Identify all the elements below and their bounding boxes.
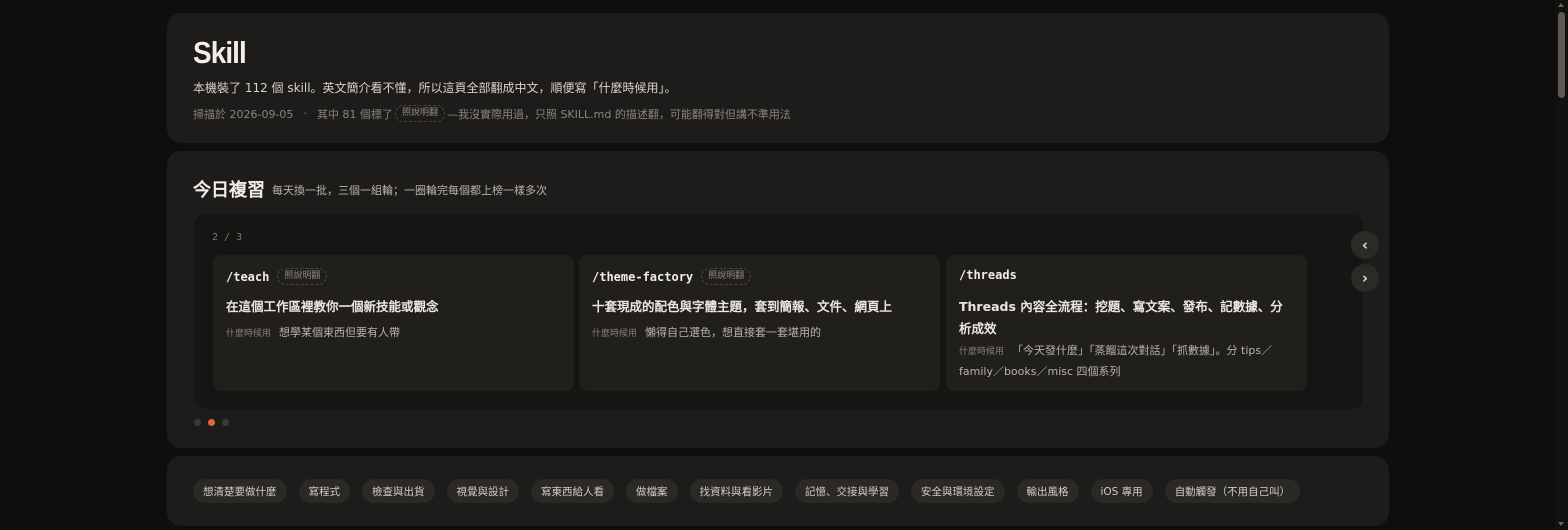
category-chip[interactable]: 找資料與看影片	[689, 479, 783, 503]
daily-review-panel: 今日複習 每天換一批，三個一組輪；一圈輪完每個都上榜一樣多次 2 / 3 /te…	[167, 151, 1389, 448]
skill-when: 什麼時候用 懶得自己選色，想直接套一套堪用的	[592, 323, 927, 344]
prev-button[interactable]: ‹	[1351, 231, 1379, 259]
page-description: 本機裝了 112 個 skill。英文簡介看不懂，所以這頁全部翻成中文，順便寫「…	[193, 81, 677, 95]
header-panel: Skill 本機裝了 112 個 skill。英文簡介看不懂，所以這頁全部翻成中…	[167, 13, 1389, 143]
page-title: Skill	[193, 35, 247, 70]
category-chip[interactable]: 檢查與出貨	[362, 479, 435, 503]
category-chip[interactable]: iOS 專用	[1090, 479, 1153, 503]
category-chip[interactable]: 自動觸發（不用自己叫）	[1164, 479, 1301, 503]
category-panel: 想清楚要做什麼 寫程式 檢查與出貨 視覺與設計 寫東西給人看 做檔案 找資料與看影片 記憶、交…	[167, 456, 1389, 526]
category-chip[interactable]: 視覺與設計	[446, 479, 519, 503]
category-chip[interactable]: 安全與環境設定	[911, 479, 1005, 503]
scan-date: 掃描於 2026-09-05	[193, 107, 294, 121]
card-header: /teach 照說明翻	[226, 268, 328, 285]
next-button[interactable]: ›	[1351, 264, 1379, 292]
carousel-dot-active[interactable]	[208, 419, 215, 426]
category-chip[interactable]: 寫東西給人看	[531, 479, 614, 503]
category-chip[interactable]: 想清楚要做什麼	[193, 479, 287, 503]
carousel-dot[interactable]	[194, 419, 201, 426]
category-chip[interactable]: 做檔案	[626, 479, 678, 503]
category-chip[interactable]: 記憶、交接與學習	[795, 479, 899, 503]
skill-card[interactable]: /teach 照說明翻 在這個工作區裡教你一個新技能或觀念 什麼時候用 想學某個東…	[213, 255, 574, 391]
carousel-dot[interactable]	[222, 419, 229, 426]
translated-tag: 照說明翻	[394, 105, 445, 122]
skill-command: /theme-factory	[592, 269, 694, 284]
skill-card[interactable]: /threads Threads 內容全流程：挖題、寫文案、發布、記數據、分析成…	[946, 255, 1307, 391]
page-counter: 2 / 3	[212, 232, 243, 243]
review-subtitle: 每天換一批，三個一組輪；一圈輪完每個都上榜一樣多次	[272, 184, 547, 197]
when-label: 什麼時候用	[226, 329, 272, 339]
review-carousel: 2 / 3 /teach 照說明翻 在這個工作區裡教你一個新技能或觀念 什麼時候…	[194, 214, 1379, 409]
scroll-up-icon[interactable]	[1558, 3, 1564, 7]
when-text: 懶得自己選色，想直接套一套堪用的	[645, 326, 822, 339]
carousel-dots	[194, 419, 236, 426]
skill-title: Threads 內容全流程：挖題、寫文案、發布、記數據、分析成效	[959, 299, 1283, 336]
when-text: 「今天發什麼」「蒸餾這次對話」「抓數據」。分 tips／family／books…	[959, 344, 1273, 378]
translated-tag: 照說明翻	[277, 268, 328, 285]
translated-tag: 照說明翻	[701, 268, 752, 285]
skill-title: 在這個工作區裡教你一個新技能或觀念	[226, 299, 439, 314]
when-label: 什麼時候用	[592, 329, 638, 339]
review-title: 今日複習	[193, 180, 265, 201]
scroll-thumb[interactable]	[1558, 12, 1565, 98]
card-header: /theme-factory 照說明翻	[592, 268, 752, 285]
scroll-down-icon[interactable]	[1558, 522, 1564, 526]
scan-meta: 掃描於 2026-09-05 · 其中 81 個標了 照說明翻 —我沒實際用過，…	[193, 105, 791, 122]
meta-separator: ·	[303, 107, 307, 120]
skill-command: /teach	[226, 269, 270, 284]
skill-when: 什麼時候用 想學某個東西但要有人帶	[226, 323, 561, 344]
skill-when: 什麼時候用 「今天發什麼」「蒸餾這次對話」「抓數據」。分 tips／family／…	[959, 341, 1294, 382]
note-prefix: 其中 81 個標了	[316, 107, 393, 121]
skill-page: Skill 本機裝了 112 個 skill。英文簡介看不懂，所以這頁全部翻成中…	[0, 0, 1568, 530]
when-text: 想學某個東西但要有人帶	[279, 326, 401, 339]
page-scrollbar[interactable]	[1555, 0, 1568, 530]
card-header: /threads	[959, 268, 1025, 282]
skill-command: /threads	[959, 268, 1017, 282]
category-chip[interactable]: 輸出風格	[1016, 479, 1079, 503]
when-label: 什麼時候用	[959, 347, 1005, 357]
category-list: 想清楚要做什麼 寫程式 檢查與出貨 視覺與設計 寫東西給人看 做檔案 找資料與看影片 記憶、交…	[193, 479, 1312, 503]
skill-title: 十套現成的配色與字體主題，套到簡報、文件、網頁上	[592, 299, 893, 314]
skill-card[interactable]: /theme-factory 照說明翻 十套現成的配色與字體主題，套到簡報、文件…	[579, 255, 940, 391]
note-suffix: —我沒實際用過，只照 SKILL.md 的描述翻，可能翻得對但講不準用法	[446, 107, 791, 121]
category-chip[interactable]: 寫程式	[298, 479, 350, 503]
